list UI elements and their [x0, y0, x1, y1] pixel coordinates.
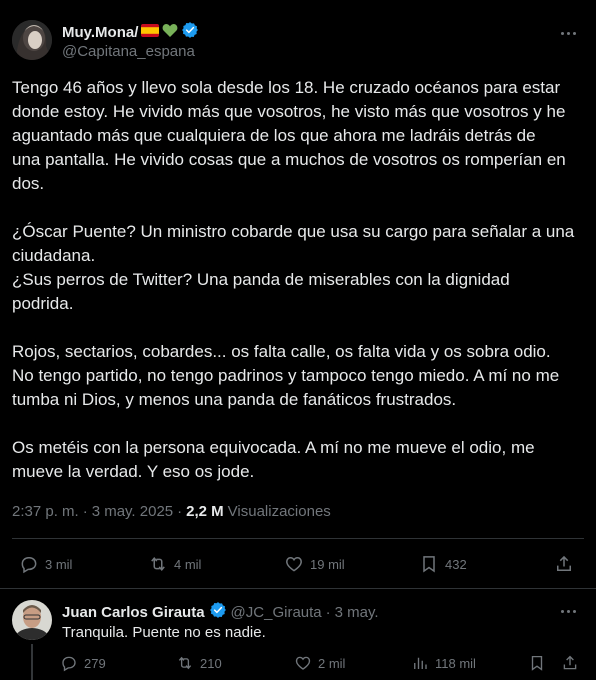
- heart-icon: [286, 556, 302, 572]
- divider: [12, 538, 584, 539]
- post-metadata: 2:37 p. m. · 3 may. 2025 · 2,2 M Visuali…: [12, 503, 331, 520]
- reply-count: 3 mil: [45, 556, 73, 572]
- meta-separator: ·: [325, 604, 331, 621]
- repost-button[interactable]: 4 mil: [148, 554, 201, 574]
- avatar-image: [12, 20, 52, 60]
- repost-count: 4 mil: [174, 556, 202, 572]
- reply-action-bar: 279 210 2 mil 118 mil: [0, 652, 596, 676]
- views-chart-icon: [414, 657, 427, 669]
- avatar-image: [12, 600, 52, 640]
- reply-author-name[interactable]: Juan Carlos Girauta: [62, 604, 205, 621]
- bookmark-icon: [531, 655, 543, 671]
- reply-author-avatar[interactable]: [12, 600, 52, 640]
- bookmark-count: 432: [445, 556, 467, 572]
- post-text: Tengo 46 años y llevo sola desde los 18.…: [12, 78, 575, 481]
- green-heart-icon: [162, 23, 178, 43]
- share-icon: [557, 555, 571, 571]
- reply-button[interactable]: 3 mil: [19, 554, 72, 574]
- reply-author-handle[interactable]: @JC_Girauta: [231, 604, 322, 621]
- author-name-row: Muy.Mona/: [62, 21, 199, 44]
- divider: [0, 588, 596, 589]
- reply-views-count: 118 mil: [435, 655, 476, 671]
- heart-icon: [295, 656, 311, 670]
- more-options-icon[interactable]: [556, 26, 580, 40]
- reply-date[interactable]: 3 may.: [335, 604, 379, 621]
- reply-reply-button[interactable]: 279: [60, 654, 106, 672]
- reply-header: Juan Carlos Girauta @JC_Girauta · 3 may.: [62, 601, 379, 624]
- post-date[interactable]: 3 may. 2025: [92, 503, 173, 520]
- author-handle[interactable]: @Capitana_espana: [62, 43, 195, 60]
- reply-more-options-icon[interactable]: [556, 604, 580, 618]
- like-count: 19 mil: [310, 556, 345, 572]
- verified-badge-icon: [181, 21, 199, 44]
- verified-badge-icon: [209, 601, 227, 624]
- repost-icon: [178, 656, 192, 670]
- meta-separator: ·: [177, 503, 183, 520]
- reply-bookmark-button[interactable]: [528, 654, 546, 672]
- repost-icon: [151, 557, 165, 571]
- spain-flag-icon: [141, 23, 160, 42]
- post-action-bar: 3 mil 4 mil 19 mil 432: [0, 550, 596, 578]
- views-label: Visualizaciones: [227, 503, 331, 520]
- post-time[interactable]: 2:37 p. m.: [12, 503, 79, 520]
- reply-like-count: 2 mil: [318, 655, 346, 671]
- reply-reply-count: 279: [84, 655, 106, 671]
- bookmark-button[interactable]: 432: [419, 554, 467, 574]
- views-count: 2,2 M: [186, 503, 224, 520]
- reply-like-button[interactable]: 2 mil: [294, 654, 345, 672]
- author-avatar[interactable]: [12, 20, 52, 60]
- author-display-name[interactable]: Muy.Mona/: [62, 24, 138, 41]
- reply-text: Tranquila. Puente no es nadie.: [62, 624, 266, 641]
- share-button[interactable]: [554, 554, 574, 574]
- share-icon: [563, 655, 577, 670]
- bookmark-icon: [423, 556, 435, 573]
- meta-separator: ·: [82, 503, 88, 520]
- reply-repost-button[interactable]: 210: [176, 654, 222, 672]
- reply-views-button[interactable]: 118 mil: [411, 654, 476, 672]
- reply-share-button[interactable]: [561, 654, 579, 672]
- reply-icon: [21, 557, 37, 574]
- reply-icon: [62, 656, 76, 672]
- reply-repost-count: 210: [200, 655, 222, 671]
- like-button[interactable]: 19 mil: [284, 554, 345, 574]
